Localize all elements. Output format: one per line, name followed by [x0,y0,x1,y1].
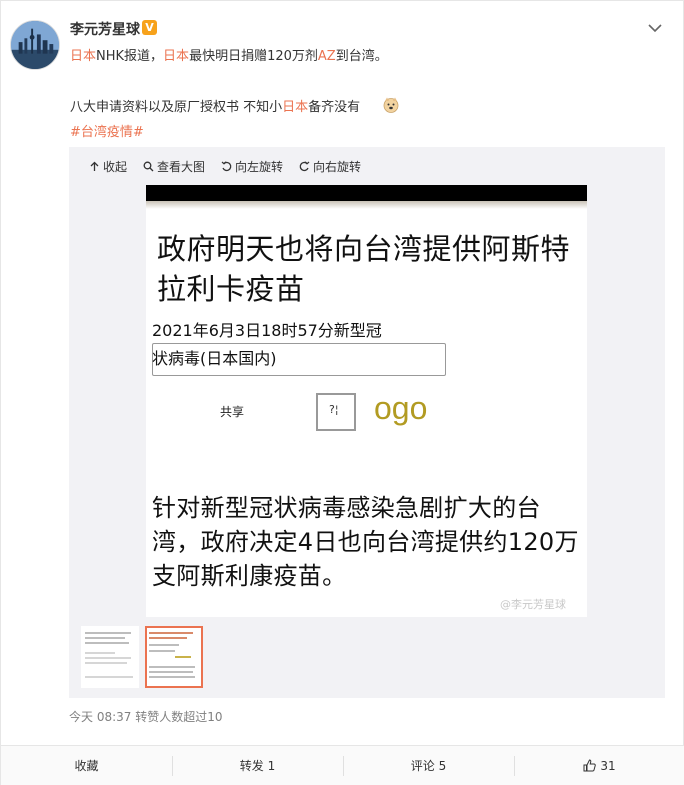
post-text-segment: 备齐没有 [308,100,361,115]
favorite-label: 收藏 [74,759,99,773]
highlight-keyword: 日本 [282,100,309,115]
thumbnail-2[interactable] [145,626,203,688]
repost-button[interactable]: 转发 1 [172,746,343,785]
view-large-label: 查看大图 [157,160,206,174]
image-top-fade [146,201,587,209]
like-button[interactable]: 31 [514,746,684,785]
post-text-segment: 到台湾。 [335,49,388,64]
post-timestamp[interactable]: 今天 08:37 转赞人数超过10 [69,708,222,725]
search-icon [143,161,154,172]
comment-button[interactable]: 评论 5 [343,746,514,785]
rotate-right-button[interactable]: 向右旋转 [299,158,361,175]
image-watermark: @李元芳星球 [500,598,566,611]
collapse-label: 收起 [103,160,128,174]
like-count: 31 [600,758,616,773]
favorite-button[interactable]: 收藏 [1,746,172,785]
rotate-right-icon [299,161,310,172]
media-preview: 收起 查看大图 向左旋转 向右旋转 政府明天也将向台湾提供阿斯特拉利卡疫苗 20… [69,147,665,698]
collapse-button[interactable]: 收起 [89,158,127,175]
repost-label: 转发 1 [239,759,276,773]
image-top-bar [146,185,587,201]
image-share-label: 共享 [220,405,245,419]
view-large-button[interactable]: 查看大图 [143,158,205,175]
hashtag-link[interactable]: #台湾疫情# [70,121,144,140]
weibo-post-card: 李元芳星球 V 日本NHK报道，日本最快明日捐赠120万剂AZ到台湾。 八大申请… [0,0,684,785]
arrow-up-icon [90,161,99,171]
highlight-keyword: AZ [317,49,336,64]
rotate-left-button[interactable]: 向左旋转 [221,158,283,175]
image-headline: 政府明天也将向台湾提供阿斯特拉利卡疫苗 [157,232,571,306]
broken-image-glyph: ?¦ [329,403,339,416]
action-bar: 收藏 转发 1 评论 5 31 [1,745,684,785]
post-text-segment: 最快明日捐赠120万剂 [189,49,318,64]
comment-label: 评论 5 [410,759,447,773]
doge-emoji-icon [383,97,399,113]
post-text-line-1: 日本NHK报道，日本最快明日捐赠120万剂AZ到台湾。 [70,45,388,64]
image-date: 2021年6月3日18时57分新型冠 [152,321,382,340]
highlight-keyword: 日本 [163,49,190,64]
skyline-avatar-icon [11,21,59,69]
image-body-text: 针对新型冠状病毒感染急剧扩大的台湾，政府决定4日也向台湾提供约120万支阿斯利康… [152,494,579,590]
username[interactable]: 李元芳星球 [70,19,140,39]
large-image[interactable]: 政府明天也将向台湾提供阿斯特拉利卡疫苗 2021年6月3日18时57分新型冠 状… [146,185,587,617]
post-text-line-2: 八大申请资料以及原厂授权书 不知小日本备齐没有 [70,96,360,115]
broken-image-icon: ?¦ [316,393,356,431]
media-toolbar: 收起 查看大图 向左旋转 向右旋转 [89,158,361,175]
avatar[interactable] [10,20,60,70]
thumbs-up-icon [583,759,597,772]
chevron-down-icon[interactable] [647,21,663,35]
thumbnail-1[interactable] [81,626,139,688]
post-text-segment: 八大申请资料以及原厂授权书 不知小 [70,100,283,115]
rotate-left-icon [221,161,232,172]
image-logo-text: ogo [374,390,428,426]
rotate-right-label: 向右旋转 [313,160,362,174]
rotate-left-label: 向左旋转 [235,160,284,174]
post-text-segment: NHK报道， [96,49,164,64]
image-category-text: 状病毒(日本国内) [152,349,277,368]
verified-badge-icon: V [142,20,157,35]
thumbnail-strip [81,626,203,688]
highlight-keyword: 日本 [70,49,97,64]
